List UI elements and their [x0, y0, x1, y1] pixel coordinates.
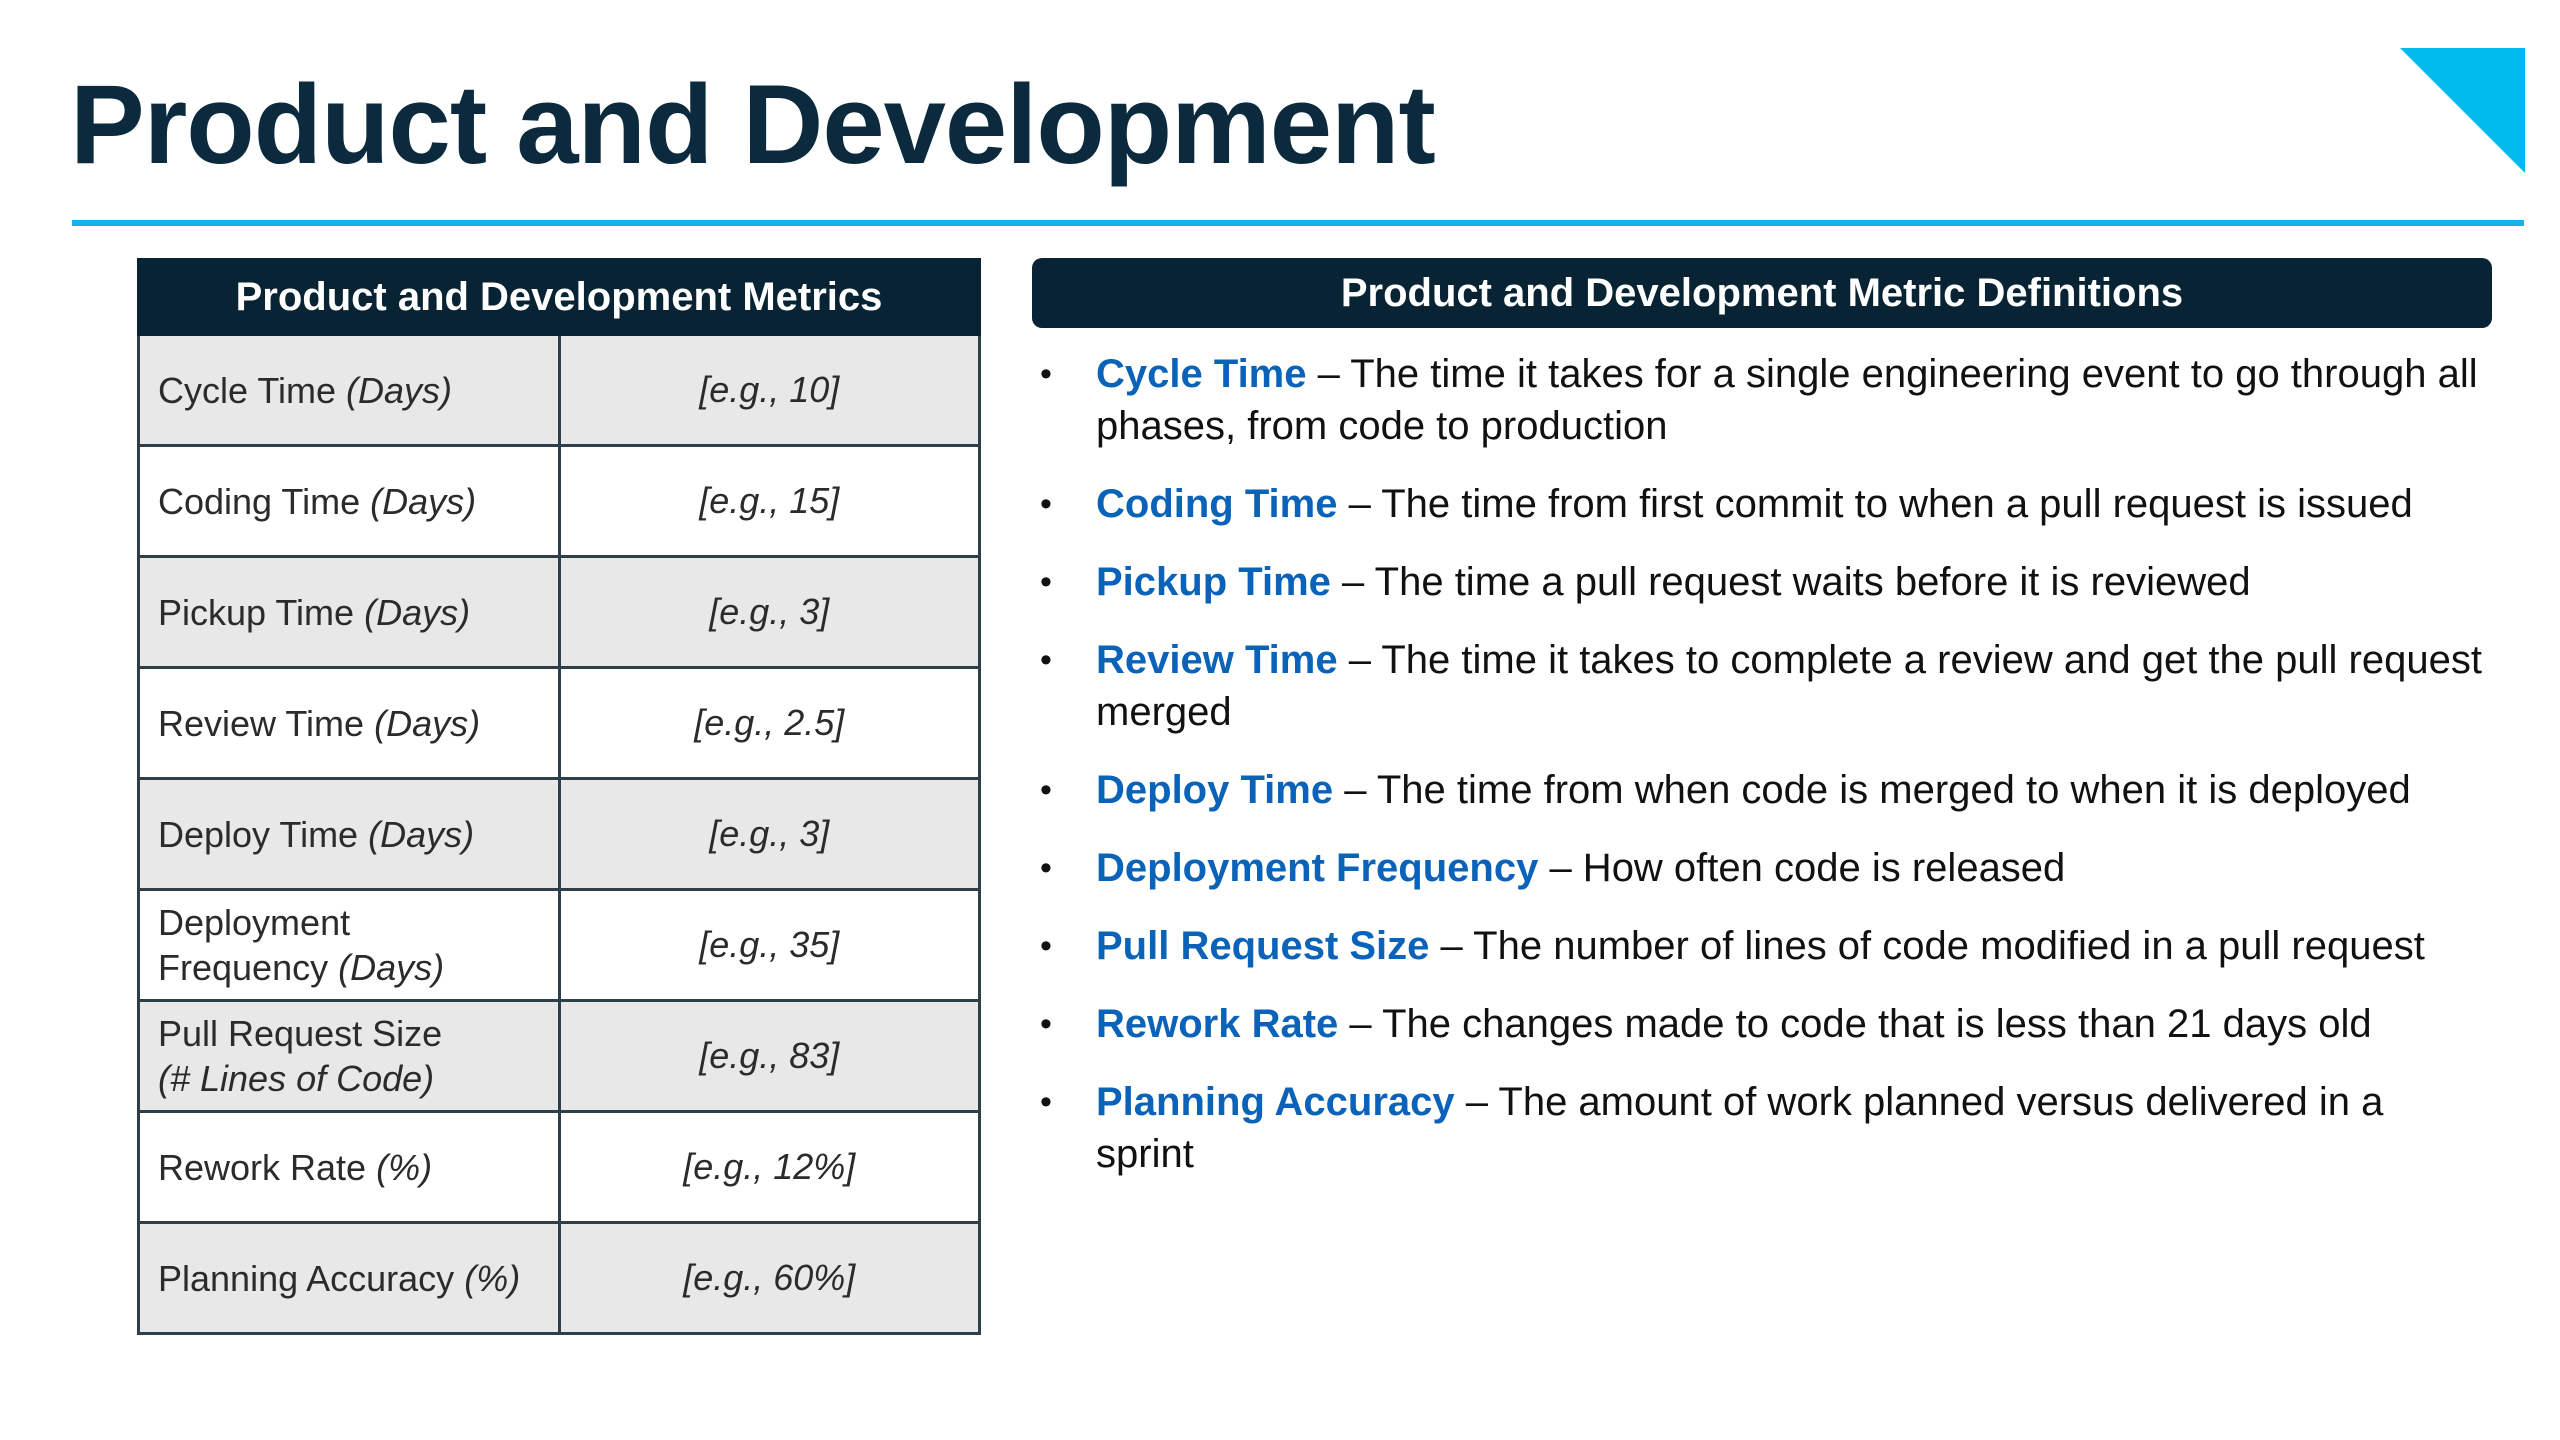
table-row: Pull Request Size (# Lines of Code) [e.g…	[137, 999, 981, 1113]
slide: Product and Development Product and Deve…	[0, 0, 2560, 1440]
list-item: • Coding Time – The time from first comm…	[1032, 478, 2492, 530]
list-item: • Pull Request Size – The number of line…	[1032, 920, 2492, 972]
metric-name-cell: Deployment Frequency (Days)	[137, 888, 561, 1002]
definition-text: – The changes made to code that is less …	[1338, 1002, 2372, 1046]
metric-value: [e.g., 83]	[557, 999, 981, 1113]
bullet: •	[1040, 355, 1052, 393]
metric-name-line2: Frequency	[158, 947, 329, 988]
metric-name: Coding Time	[158, 480, 361, 522]
metric-unit: (Days)	[338, 947, 445, 988]
definition-text: – The number of lines of code modified i…	[1429, 924, 2425, 968]
metric-name-cell: Pull Request Size (# Lines of Code)	[137, 999, 561, 1113]
metric-name: Cycle Time	[158, 369, 337, 411]
metric-unit: (Days)	[374, 702, 481, 744]
definition-term: Coding Time	[1096, 482, 1338, 526]
table-row: Planning Accuracy (%) [e.g., 60%]	[137, 1221, 981, 1335]
metrics-table: Product and Development Metrics Cycle Ti…	[137, 258, 981, 1335]
list-item: • Deployment Frequency – How often code …	[1032, 842, 2492, 894]
metric-name: Pull Request Size	[158, 1013, 443, 1054]
definition-term: Pull Request Size	[1096, 924, 1430, 968]
list-item: • Pickup Time – The time a pull request …	[1032, 556, 2492, 608]
metric-name: Pickup Time	[158, 591, 355, 633]
definition-term: Pickup Time	[1096, 560, 1331, 604]
definition-term: Cycle Time	[1096, 352, 1307, 396]
metric-name: Deploy Time	[158, 813, 359, 855]
definitions-list: • Cycle Time – The time it takes for a s…	[1032, 348, 2492, 1206]
metric-value: [e.g., 60%]	[557, 1221, 981, 1335]
metric-value: [e.g., 3]	[557, 555, 981, 669]
table-row: Deploy Time (Days) [e.g., 3]	[137, 777, 981, 891]
definition-term: Deployment Frequency	[1096, 846, 1539, 890]
metric-name-cell: Planning Accuracy (%)	[137, 1221, 561, 1335]
bullet: •	[1040, 849, 1052, 887]
list-item: • Rework Rate – The changes made to code…	[1032, 998, 2492, 1050]
metric-value: [e.g., 12%]	[557, 1110, 981, 1224]
metric-name-cell: Cycle Time (Days)	[137, 333, 561, 447]
metric-value: [e.g., 15]	[557, 444, 981, 558]
slide-title: Product and Development	[70, 62, 1436, 187]
bullet: •	[1040, 1083, 1052, 1121]
definition-term: Planning Accuracy	[1096, 1080, 1455, 1124]
bullet: •	[1040, 927, 1052, 965]
table-row: Pickup Time (Days) [e.g., 3]	[137, 555, 981, 669]
list-item: • Deploy Time – The time from when code …	[1032, 764, 2492, 816]
metric-value: [e.g., 3]	[557, 777, 981, 891]
bullet: •	[1040, 641, 1052, 679]
definition-text: – The time a pull request waits before i…	[1330, 560, 2251, 604]
metric-name-cell: Review Time (Days)	[137, 666, 561, 780]
metric-unit: (Days)	[368, 813, 475, 855]
table-row: Rework Rate (%) [e.g., 12%]	[137, 1110, 981, 1224]
metric-name: Deployment	[158, 902, 351, 943]
definition-text: – The time from when code is merged to w…	[1333, 768, 2411, 812]
bullet: •	[1040, 485, 1052, 523]
metric-value: [e.g., 10]	[557, 333, 981, 447]
metric-name-cell: Pickup Time (Days)	[137, 555, 561, 669]
list-item: • Planning Accuracy – The amount of work…	[1032, 1076, 2492, 1180]
metric-name: Planning Accuracy	[158, 1257, 455, 1299]
metric-name: Rework Rate	[158, 1146, 367, 1188]
bullet: •	[1040, 563, 1052, 601]
metrics-table-header-row: Product and Development Metrics	[137, 258, 981, 336]
table-row: Cycle Time (Days) [e.g., 10]	[137, 333, 981, 447]
bullet: •	[1040, 771, 1052, 809]
metrics-table-header: Product and Development Metrics	[137, 258, 981, 336]
title-underline-rule	[72, 220, 2524, 226]
table-row: Review Time (Days) [e.g., 2.5]	[137, 666, 981, 780]
metric-unit: (Days)	[370, 480, 477, 522]
metric-name-cell: Rework Rate (%)	[137, 1110, 561, 1224]
metric-unit: (# Lines of Code)	[158, 1058, 435, 1099]
metric-name: Review Time	[158, 702, 365, 744]
corner-triangle-decoration	[2400, 48, 2525, 173]
definition-term: Deploy Time	[1096, 768, 1334, 812]
list-item: • Review Time – The time it takes to com…	[1032, 634, 2492, 738]
definition-text: – The time from first commit to when a p…	[1337, 482, 2413, 526]
definition-text: – How often code is released	[1538, 846, 2066, 890]
definition-term: Rework Rate	[1096, 1002, 1339, 1046]
metric-unit: (%)	[376, 1146, 433, 1188]
metric-value: [e.g., 35]	[557, 888, 981, 1002]
bullet: •	[1040, 1005, 1052, 1043]
metric-name-cell: Coding Time (Days)	[137, 444, 561, 558]
definition-term: Review Time	[1096, 638, 1338, 682]
metric-value: [e.g., 2.5]	[557, 666, 981, 780]
list-item: • Cycle Time – The time it takes for a s…	[1032, 348, 2492, 452]
table-row: Deployment Frequency (Days) [e.g., 35]	[137, 888, 981, 1002]
metric-unit: (%)	[464, 1257, 521, 1299]
metric-unit: (Days)	[346, 369, 453, 411]
metric-unit: (Days)	[364, 591, 471, 633]
definitions-header: Product and Development Metric Definitio…	[1032, 258, 2492, 328]
metric-name-cell: Deploy Time (Days)	[137, 777, 561, 891]
table-row: Coding Time (Days) [e.g., 15]	[137, 444, 981, 558]
